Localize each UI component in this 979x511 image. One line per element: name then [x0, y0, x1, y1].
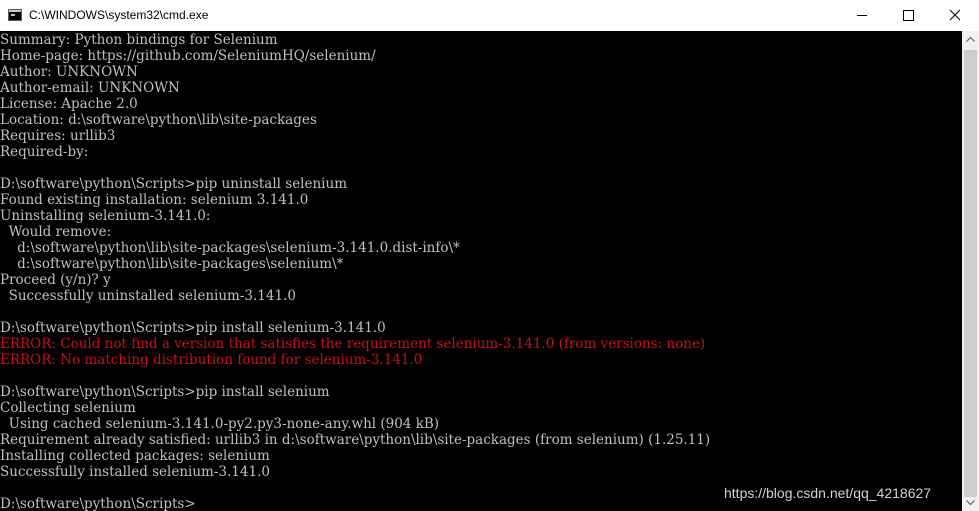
title-bar[interactable]: C:\WINDOWS\system32\cmd.exe — [0, 0, 979, 31]
console-line: Using cached selenium-3.141.0-py2.py3-no… — [0, 416, 440, 432]
console-line: D:\software\python\Scripts>pip uninstall… — [0, 176, 347, 192]
minimize-icon — [857, 15, 867, 16]
console-line: Proceed (y/n)? y — [0, 272, 111, 288]
console-line: Required-by: — [0, 144, 89, 160]
watermark: https://blog.csdn.net/qq_4218627 — [724, 485, 932, 501]
console-line: Uninstalling selenium-3.141.0: — [0, 208, 211, 224]
console-line: Requirement already satisfied: urllib3 i… — [0, 432, 711, 448]
console-output[interactable]: Summary: Python bindings for Selenium Hom… — [0, 31, 962, 511]
console-line: Author-email: UNKNOWN — [0, 80, 180, 96]
console-line: D:\software\python\Scripts>pip install s… — [0, 320, 386, 336]
console-line: Requires: urllib3 — [0, 128, 116, 144]
console-line: D:\software\python\Scripts>pip install s… — [0, 384, 330, 400]
console-line: Successfully installed selenium-3.141.0 — [0, 464, 270, 480]
console-error-line: ERROR: Could not find a version that sat… — [0, 336, 706, 352]
scroll-down-button[interactable] — [962, 494, 979, 511]
console-line: Found existing installation: selenium 3.… — [0, 192, 309, 208]
cmd-window: C:\WINDOWS\system32\cmd.exe Summary: Pyt… — [0, 0, 979, 511]
scroll-down-arrow-icon — [966, 500, 975, 506]
window-title: C:\WINDOWS\system32\cmd.exe — [29, 8, 209, 22]
console-line: Location: d:\software\python\lib\site-pa… — [0, 112, 317, 128]
console-line: Successfully uninstalled selenium-3.141.… — [0, 288, 296, 304]
console-icon[interactable] — [8, 9, 22, 21]
scroll-up-button[interactable] — [962, 31, 979, 48]
console-line: License: Apache 2.0 — [0, 96, 138, 112]
console-line: Author: UNKNOWN — [0, 64, 138, 80]
console-line: Installing collected packages: selenium — [0, 448, 270, 464]
scroll-up-arrow-icon — [966, 36, 975, 42]
maximize-icon — [903, 10, 914, 21]
console-error-line: ERROR: No matching distribution found fo… — [0, 352, 423, 368]
console-line: Collecting selenium — [0, 400, 136, 416]
console-line: Home-page: https://github.com/SeleniumHQ… — [0, 48, 376, 64]
console-line: d:\software\python\lib\site-packages\sel… — [0, 256, 344, 272]
console-line: D:\software\python\Scripts> — [0, 496, 196, 511]
close-icon — [949, 9, 961, 21]
close-button[interactable] — [931, 0, 979, 31]
console-line: d:\software\python\lib\site-packages\sel… — [0, 240, 460, 256]
maximize-button[interactable] — [885, 0, 931, 31]
scrollbar-thumb[interactable] — [964, 50, 977, 497]
minimize-button[interactable] — [839, 0, 885, 31]
console-line: Would remove: — [0, 224, 112, 240]
vertical-scrollbar[interactable] — [962, 31, 979, 511]
console-line: Summary: Python bindings for Selenium — [0, 32, 278, 48]
